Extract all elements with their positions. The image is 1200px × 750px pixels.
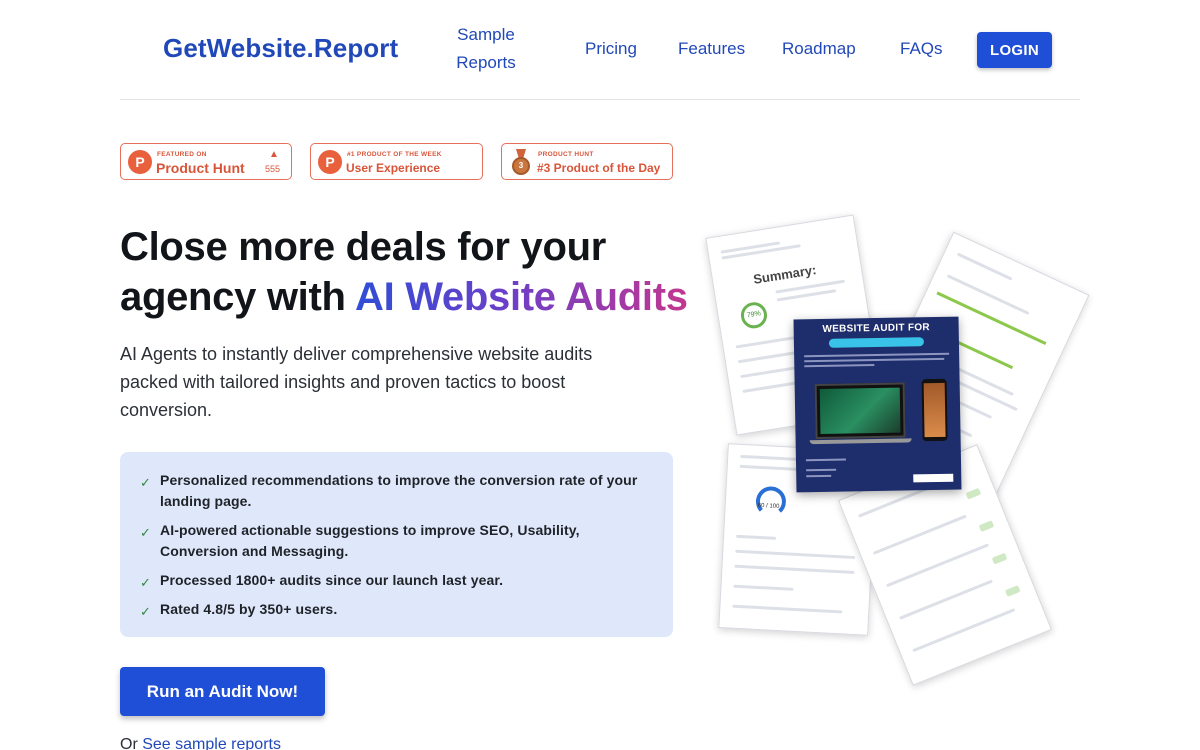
nav-roadmap[interactable]: Roadmap — [782, 35, 856, 63]
badge-title: #3 Product of the Day — [537, 161, 661, 175]
hero-subtext: AI Agents to instantly deliver comprehen… — [120, 344, 593, 420]
website-audit-cover-page: WEBSITE AUDIT FOR — [793, 316, 962, 493]
score-ring: 79% — [739, 300, 769, 331]
nav-sample-reports[interactable]: Sample Reports — [450, 21, 522, 77]
feature-text: Processed 1800+ audits since our launch … — [160, 572, 504, 588]
audit-cover-title: WEBSITE AUDIT FOR — [822, 322, 931, 335]
audit-cover-button — [913, 473, 954, 483]
check-icon: ✓ — [140, 475, 151, 490]
product-hunt-featured-badge[interactable]: P FEATURED ON Product Hunt ▲ 555 — [120, 143, 292, 180]
sample-reports-line: Or See sample reports — [120, 736, 281, 750]
feature-text: Rated 4.8/5 by 350+ users. — [160, 601, 338, 617]
audit-url-pill — [828, 337, 924, 348]
gauge-value: 60 / 100 — [757, 502, 780, 510]
check-icon: ✓ — [140, 575, 151, 590]
badge-kicker: PRODUCT HUNT — [538, 151, 594, 158]
features-box: ✓ Personalized recommendations to improve… — [120, 452, 673, 637]
badge-kicker: #1 PRODUCT OF THE WEEK — [347, 151, 442, 158]
or-text: Or — [120, 736, 138, 750]
site-header: GetWebsite.Report Sample Reports Pricing… — [120, 0, 1080, 100]
feature-item: ✓ Processed 1800+ audits since our launch… — [140, 570, 653, 591]
feature-item: ✓ Personalized recommendations to improve… — [140, 470, 653, 512]
feature-item: ✓ Rated 4.8/5 by 350+ users. — [140, 599, 653, 620]
nav-sample-reports-line2: Reports — [456, 53, 516, 72]
feature-text: Personalized recommendations to improve … — [160, 472, 638, 509]
phone-mockup — [921, 378, 948, 442]
badge-title: Product Hunt — [156, 160, 245, 176]
check-icon: ✓ — [140, 525, 151, 540]
nav-pricing[interactable]: Pricing — [585, 35, 637, 63]
product-hunt-icon: P — [318, 150, 342, 174]
badge-upvote-count: 555 — [265, 164, 281, 174]
brand-logo[interactable]: GetWebsite.Report — [163, 33, 398, 64]
badge-kicker: FEATURED ON — [157, 151, 207, 158]
see-sample-reports-link[interactable]: See sample reports — [142, 736, 281, 750]
product-hunt-icon: P — [128, 150, 152, 174]
badge-title: User Experience — [346, 161, 441, 175]
hero-headline: Close more deals for your agency with AI… — [120, 222, 700, 322]
upvote-arrow-icon: ▲ — [269, 149, 279, 160]
summary-label: Summary: — [752, 262, 818, 287]
nav-features[interactable]: Features — [678, 35, 745, 63]
run-audit-button[interactable]: Run an Audit Now! — [120, 667, 325, 716]
login-button[interactable]: LOGIN — [977, 32, 1052, 68]
medal-icon: 3 — [512, 149, 530, 175]
product-of-the-week-badge[interactable]: P #1 PRODUCT OF THE WEEK User Experience — [310, 143, 483, 180]
report-collage-illustration: Summary: 79% 60 / 100 WEBSITE AUDIT FOR — [700, 214, 1090, 686]
product-of-the-day-badge[interactable]: 3 PRODUCT HUNT #3 Product of the Day — [501, 143, 673, 180]
check-icon: ✓ — [140, 604, 151, 619]
headline-highlight: AI Website Audits — [354, 275, 688, 319]
feature-item: ✓ AI-powered actionable suggestions to im… — [140, 520, 653, 562]
nav-sample-reports-line1: Sample — [457, 25, 515, 44]
speed-gauge — [755, 485, 787, 518]
feature-text: AI-powered actionable suggestions to imp… — [160, 522, 580, 559]
laptop-mockup — [814, 382, 906, 440]
nav-faqs[interactable]: FAQs — [900, 35, 943, 63]
